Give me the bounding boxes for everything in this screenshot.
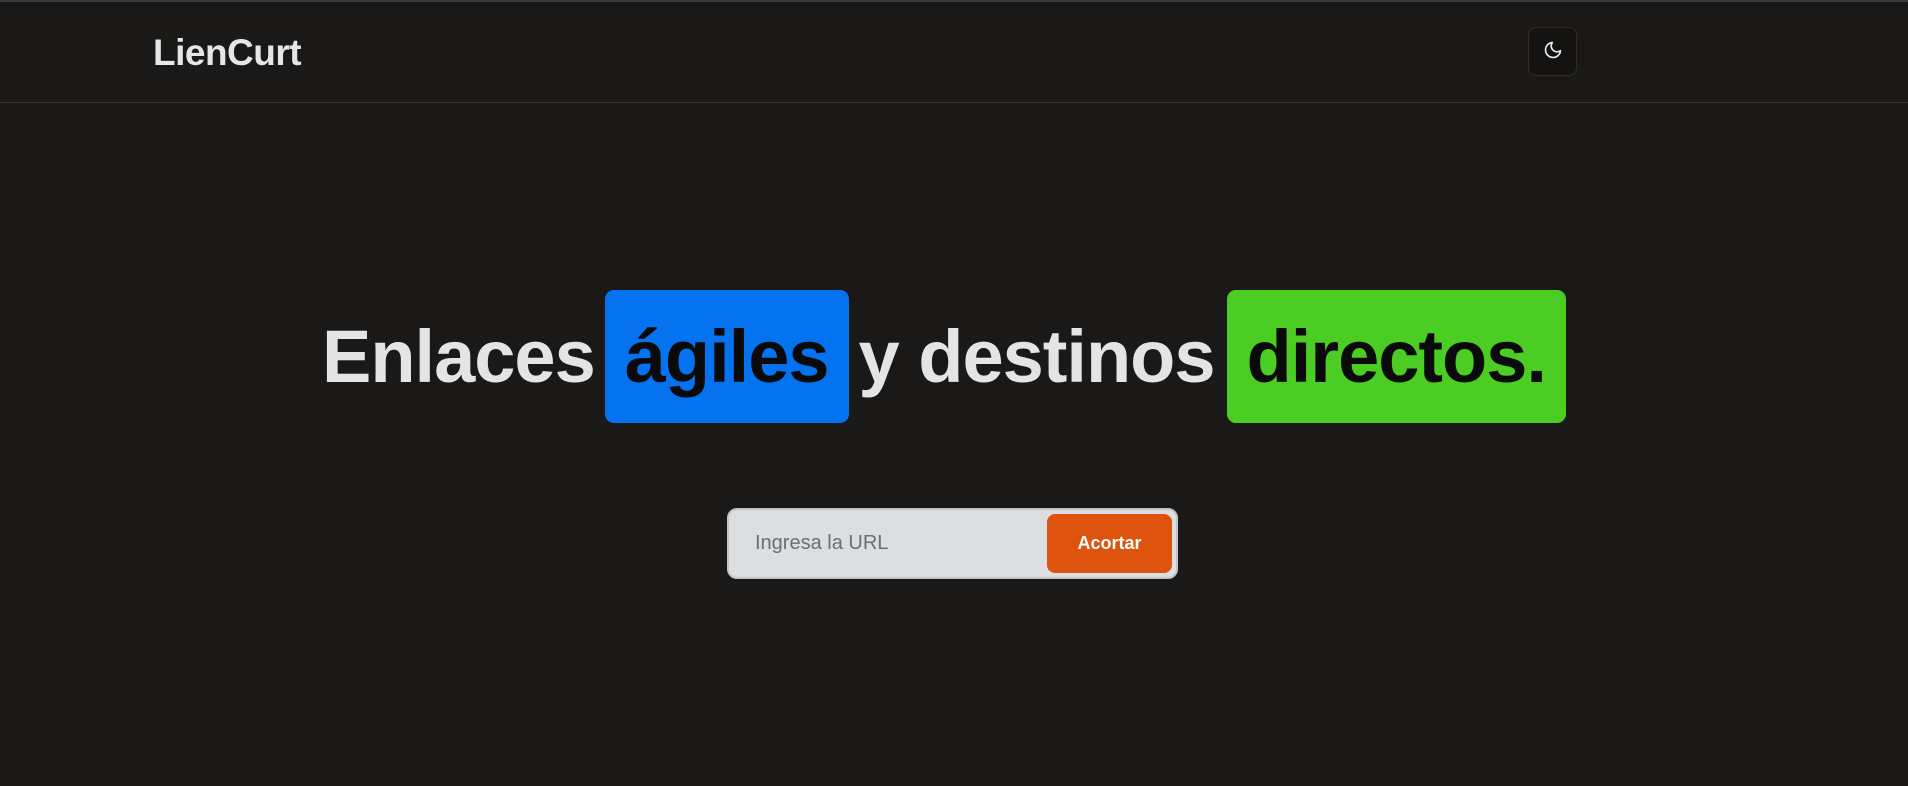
shorten-button[interactable]: Acortar <box>1047 514 1172 573</box>
headline-highlight-directos: directos. <box>1226 289 1566 423</box>
page: LienCurt Enlaces ágiles y destinos direc… <box>0 0 1908 786</box>
headline-highlight-agiles: ágiles <box>604 289 849 423</box>
moon-icon <box>1543 40 1563 63</box>
url-input[interactable] <box>743 518 1033 569</box>
navbar: LienCurt <box>0 2 1908 103</box>
url-shortener-form: Acortar <box>727 508 1178 579</box>
headline-word-enlaces: Enlaces <box>322 314 596 398</box>
headline-word-y-destinos: y destinos <box>858 314 1216 398</box>
brand-logo[interactable]: LienCurt <box>153 32 302 74</box>
theme-toggle-button[interactable] <box>1528 27 1577 76</box>
hero-headline: Enlaces ágiles y destinos directos. <box>0 289 1908 423</box>
